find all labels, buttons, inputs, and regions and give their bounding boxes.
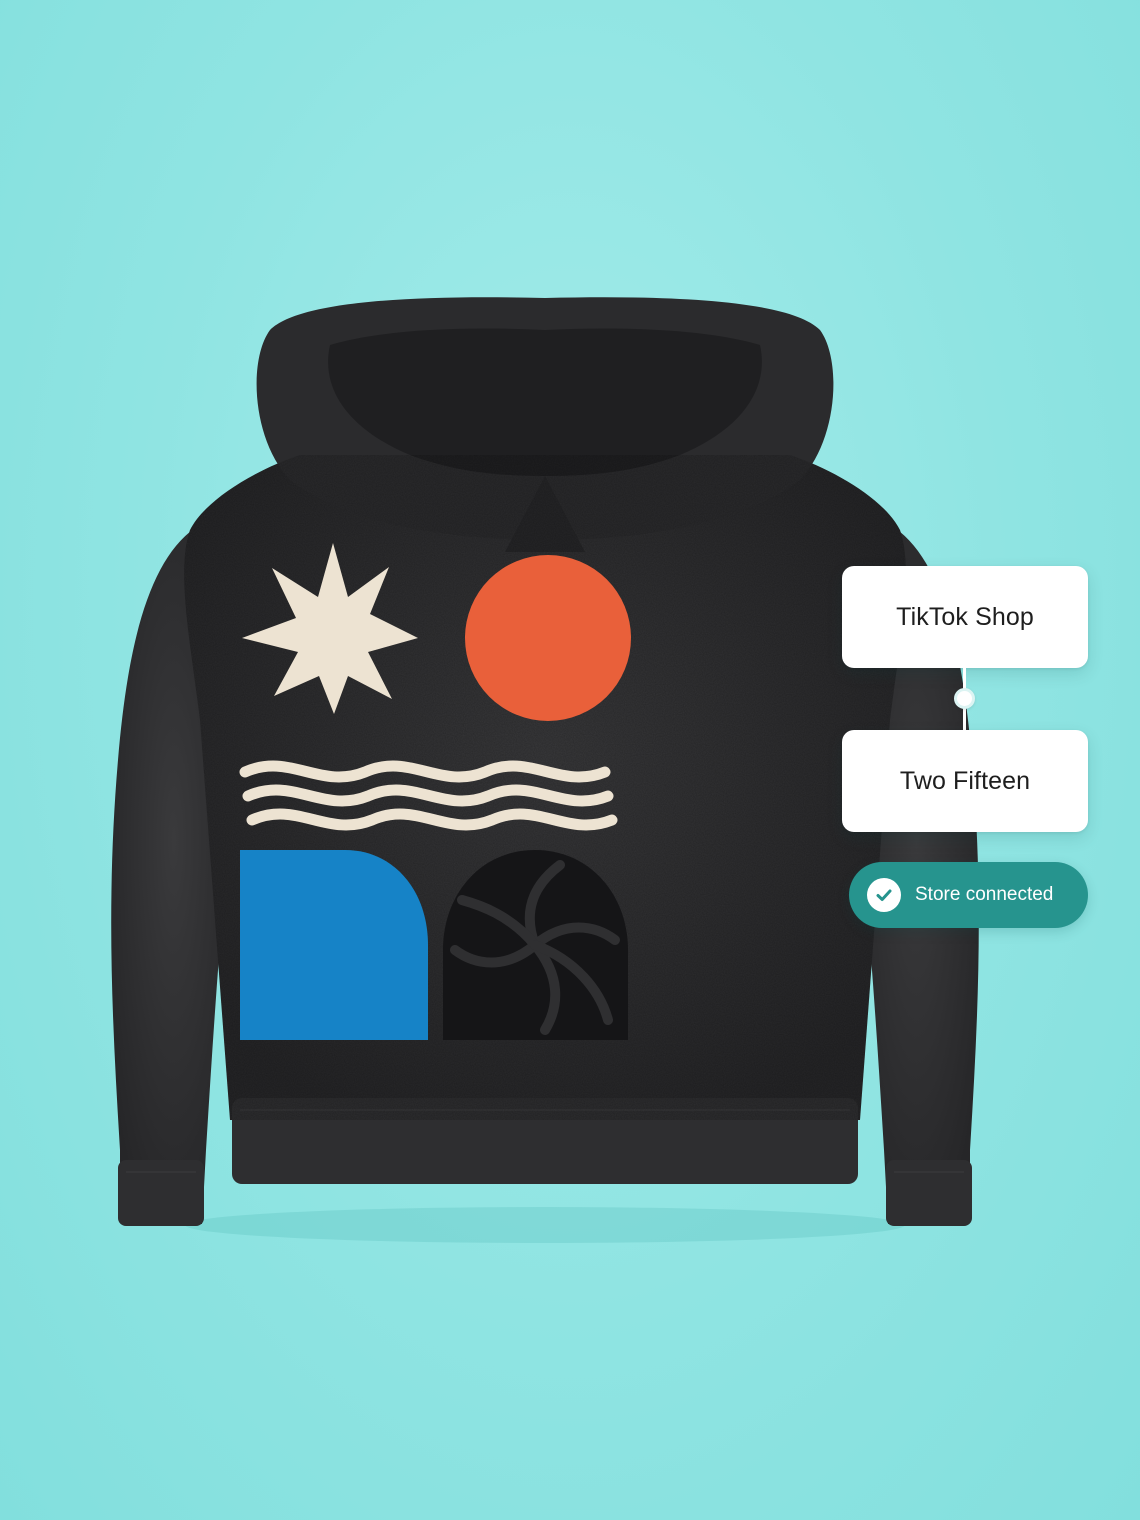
promo-stage: TikTok Shop Two Fifteen Store connected [0,0,1140,1520]
status-label: Store connected [915,884,1054,905]
check-circle-icon [867,878,901,912]
store-name-label: Two Fifteen [899,766,1031,795]
store-connected-badge: Store connected [849,862,1088,928]
tiktok-shop-card[interactable]: TikTok Shop [842,566,1088,668]
tiktok-shop-label: TikTok Shop [896,602,1034,631]
store-card[interactable]: Two Fifteen [842,730,1088,832]
connector-dot-icon [954,688,975,709]
